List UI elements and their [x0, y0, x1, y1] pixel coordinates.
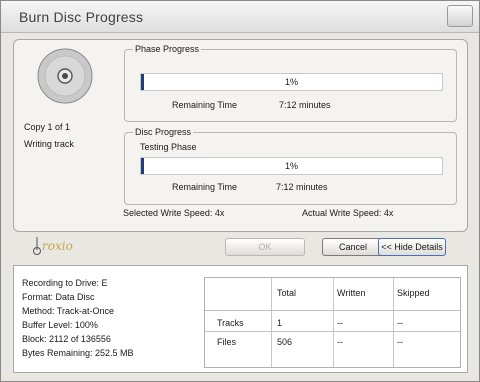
- actual-write-speed: Actual Write Speed: 4x: [302, 208, 394, 218]
- row-label-files: Files: [217, 337, 237, 347]
- column-header-skipped: Skipped: [397, 288, 430, 298]
- selected-write-speed: Selected Write Speed: 4x: [123, 208, 225, 218]
- close-button[interactable]: [447, 5, 473, 27]
- table-divider: [333, 278, 334, 367]
- disc-format: Format: Data Disc: [22, 292, 95, 302]
- disc-progress-group: Disc Progress Testing Phase 1% Remaining…: [124, 127, 457, 205]
- phase-progress-group: Phase Progress 1% Remaining Time 7:12 mi…: [124, 44, 457, 122]
- hide-details-button[interactable]: << Hide Details: [378, 238, 446, 256]
- ok-button[interactable]: OK: [225, 238, 305, 256]
- tracks-skipped: --: [397, 318, 403, 328]
- copy-counter: Copy 1 of 1: [24, 122, 71, 132]
- tracks-total: 1: [277, 318, 283, 328]
- activity-status: Writing track: [24, 139, 74, 149]
- progress-panel: Copy 1 of 1 Writing track Phase Progress…: [13, 39, 468, 232]
- details-panel: Recording to Drive: E Format: Data Disc …: [13, 265, 468, 373]
- column-header-total: Total: [277, 288, 297, 298]
- files-total: 506: [277, 337, 293, 347]
- disc-icon: [37, 48, 93, 104]
- bytes-remaining: Bytes Remaining: 252.5 MB: [22, 348, 134, 358]
- phase-remaining-label: Remaining Time: [172, 100, 238, 110]
- button-bar: roxio OK Cancel << Hide Details: [13, 233, 468, 261]
- disc-progress-title: Disc Progress: [133, 127, 194, 137]
- roxio-logo: roxio: [42, 239, 73, 253]
- roxio-logo-icon: [33, 237, 41, 255]
- column-header-written: Written: [337, 288, 366, 298]
- burn-progress-window: Burn Disc Progress Copy 1 of 1 Writing t…: [0, 0, 480, 382]
- files-written: --: [337, 337, 343, 347]
- table-divider: [271, 278, 272, 367]
- table-rule: [205, 331, 460, 332]
- disc-remaining-label: Remaining Time: [172, 182, 238, 192]
- tracks-written: --: [337, 318, 343, 328]
- phase-progress-title: Phase Progress: [133, 44, 202, 54]
- disc-progress-percent: 1%: [284, 161, 298, 171]
- phase-progress-percent: 1%: [284, 77, 298, 87]
- disc-remaining-value: 7:12 minutes: [276, 182, 328, 192]
- cancel-button[interactable]: Cancel: [322, 238, 384, 256]
- window-title: Burn Disc Progress: [19, 9, 144, 25]
- table-divider: [393, 278, 394, 367]
- write-method: Method: Track-at-Once: [22, 306, 115, 316]
- recording-drive: Recording to Drive: E: [22, 278, 108, 288]
- phase-progress-bar: 1%: [140, 73, 443, 91]
- buffer-level: Buffer Level: 100%: [22, 320, 98, 330]
- tracks-files-table: Total Written Skipped Tracks 1 -- -- Fil…: [204, 277, 461, 368]
- disc-progress-bar: 1%: [140, 157, 443, 175]
- files-skipped: --: [397, 337, 403, 347]
- disc-phase-name: Testing Phase: [140, 142, 197, 152]
- row-label-tracks: Tracks: [217, 318, 244, 328]
- block-count: Block: 2112 of 136556: [22, 334, 111, 344]
- table-rule: [205, 310, 460, 311]
- title-bar[interactable]: Burn Disc Progress: [1, 1, 479, 33]
- phase-remaining-value: 7:12 minutes: [279, 100, 331, 110]
